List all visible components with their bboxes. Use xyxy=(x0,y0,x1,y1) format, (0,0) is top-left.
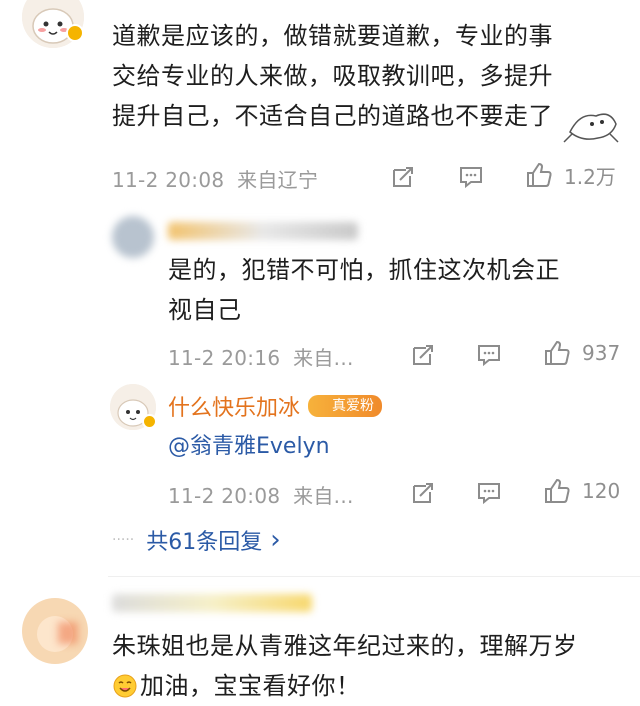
reply-text: 是的，犯错不可怕，抓住这次机会正 视自己 xyxy=(168,250,608,330)
like-count: 1.2万 xyxy=(564,164,616,189)
reply-avatar[interactable] xyxy=(112,216,154,258)
comment-icon xyxy=(460,167,482,189)
reply-share-button[interactable] xyxy=(410,342,436,372)
reply-like-button[interactable]: 120 xyxy=(542,476,620,506)
commenter-avatar[interactable] xyxy=(22,598,88,664)
comment-meta: 11-2 20:08 来自辽宁 xyxy=(112,164,318,193)
fan-badge: 真爱粉 xyxy=(308,395,383,417)
comment-line: 提升自己，不适合自己的道路也不要走了 xyxy=(112,102,553,130)
like-icon xyxy=(527,162,552,187)
share-icon xyxy=(393,167,413,187)
reply-line: 视自己 xyxy=(168,296,242,324)
more-replies-dots: ····· xyxy=(112,532,135,548)
comment-text: 道歉是应该的，做错就要道歉，专业的事 交给专业的人来做，吸取教训吧，多提升 提升… xyxy=(112,16,622,136)
share-icon xyxy=(413,345,433,365)
more-replies-label: 共61条回复 xyxy=(146,530,263,555)
share-button[interactable] xyxy=(390,164,416,194)
verified-icon xyxy=(142,414,157,429)
like-icon xyxy=(545,340,570,365)
chevron-right-icon: › xyxy=(270,525,281,555)
reply-source: 来自... xyxy=(293,484,354,508)
share-icon xyxy=(413,483,433,503)
like-count: 937 xyxy=(582,341,621,365)
reply-username-blurred xyxy=(168,222,358,240)
reply-meta: 11-2 20:08 来自... xyxy=(168,480,354,509)
reply-comment-button[interactable] xyxy=(476,342,502,372)
comment-icon xyxy=(478,483,500,505)
reply-header: 什么快乐加冰 真爱粉 xyxy=(168,390,383,422)
comment-line-text: 加油，宝宝看好你！ xyxy=(140,672,361,700)
mention-link[interactable]: @翁青雅Evelyn xyxy=(168,428,330,460)
comment-source: 来自辽宁 xyxy=(237,168,319,192)
more-replies[interactable]: ····· 共61条回复 › xyxy=(112,524,281,556)
like-button[interactable]: 1.2万 xyxy=(524,160,616,190)
reply-time: 11-2 20:16 xyxy=(168,346,281,370)
comment-line: 加油，宝宝看好你！ xyxy=(112,666,632,706)
avatar-face-icon xyxy=(25,601,85,661)
comment-time: 11-2 20:08 xyxy=(112,168,225,192)
reply-comment-button[interactable] xyxy=(476,480,502,510)
sticker-icon xyxy=(563,113,619,143)
like-count: 120 xyxy=(582,479,621,503)
reply-time: 11-2 20:08 xyxy=(168,484,281,508)
reply-source: 来自... xyxy=(293,346,354,370)
reply-like-button[interactable]: 937 xyxy=(542,338,620,368)
comment-text: 朱珠姐也是从青雅这年纪过来的，理解万岁 加油，宝宝看好你！ xyxy=(112,626,632,706)
comment-line: 道歉是应该的，做错就要道歉，专业的事 xyxy=(112,22,553,50)
reply-username[interactable]: 什么快乐加冰 xyxy=(168,390,300,422)
comment-divider xyxy=(108,576,640,577)
comment-button[interactable] xyxy=(458,164,484,194)
emoji-icon xyxy=(113,674,137,698)
reply-line: 是的，犯错不可怕，抓住这次机会正 xyxy=(168,256,560,284)
like-icon xyxy=(545,478,570,503)
reply-meta: 11-2 20:16 来自... xyxy=(168,342,354,371)
verified-icon xyxy=(66,24,84,42)
comment-icon xyxy=(478,345,500,367)
reply-share-button[interactable] xyxy=(410,480,436,510)
commenter-username-blurred xyxy=(112,594,312,612)
comment-line: 交给专业的人来做，吸取教训吧，多提升 xyxy=(112,62,553,90)
comment-line: 朱珠姐也是从青雅这年纪过来的，理解万岁 xyxy=(112,632,578,660)
